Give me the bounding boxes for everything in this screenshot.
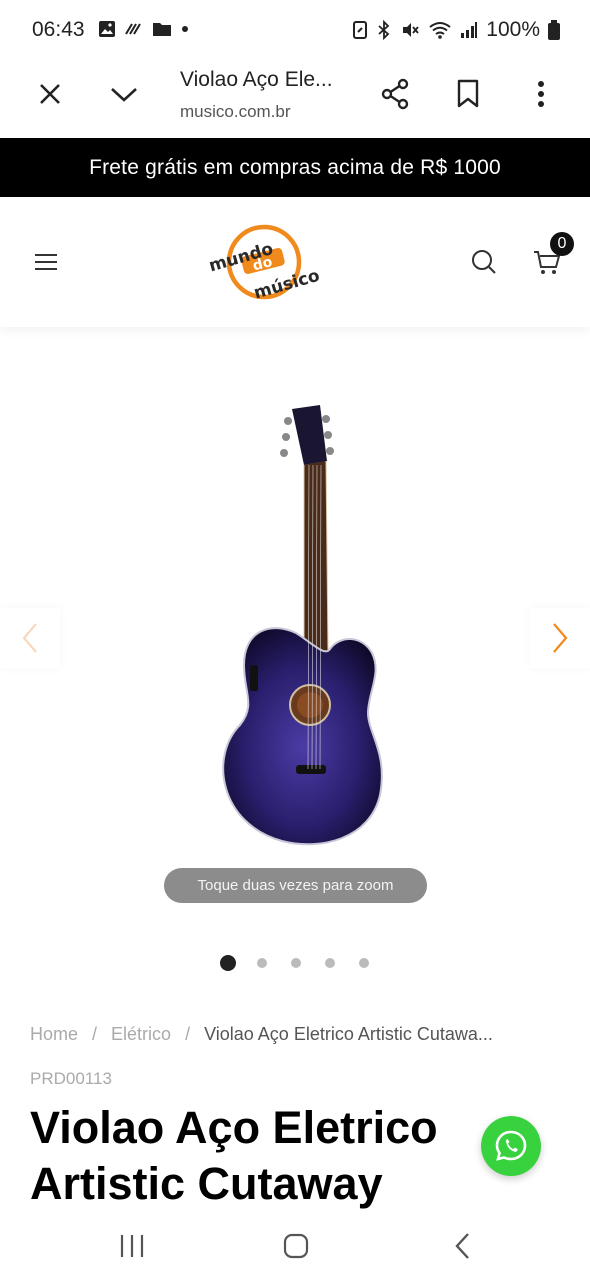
- wifi-icon: [429, 22, 451, 39]
- bookmark-icon: [457, 79, 479, 108]
- breadcrumb-separator: /: [92, 1024, 98, 1044]
- gallery-next-button[interactable]: [530, 608, 590, 668]
- product-title: Violao Aço Eletrico Artistic Cutaway: [30, 1102, 438, 1209]
- gallery-dot[interactable]: [257, 958, 267, 968]
- chevron-down-icon: [111, 88, 137, 102]
- browser-toolbar: Violao Aço Ele... musico.com.br: [0, 62, 590, 138]
- status-bar: 06:43 100%: [0, 0, 590, 62]
- share-button[interactable]: [375, 74, 415, 114]
- back-button[interactable]: [442, 1226, 482, 1266]
- bookmark-button[interactable]: [448, 74, 488, 114]
- gallery-dot[interactable]: [359, 958, 369, 968]
- folder-icon: [153, 23, 171, 36]
- tab-title: Violao Aço Ele...: [180, 68, 333, 91]
- url-text[interactable]: musico.com.br: [180, 102, 291, 122]
- status-system-icons: 100%: [352, 18, 560, 42]
- breadcrumb-category[interactable]: Elétrico: [111, 1024, 171, 1045]
- breadcrumb-separator: /: [185, 1024, 191, 1044]
- hamburger-icon: [35, 254, 57, 270]
- dot-icon: [182, 26, 188, 32]
- back-icon: [455, 1233, 469, 1259]
- status-time: 06:43: [32, 18, 85, 41]
- breadcrumb-current: Violao Aço Eletrico Artistic Cutawa...: [204, 1024, 493, 1044]
- product-sku: PRD00113: [30, 1069, 112, 1088]
- nfc-icon: [353, 21, 368, 39]
- system-navigation-bar: [0, 1210, 590, 1280]
- home-icon: [283, 1233, 309, 1259]
- signal-tool-icon: [125, 23, 141, 35]
- gallery-dot[interactable]: [220, 955, 236, 971]
- chevron-left-icon: [22, 623, 37, 653]
- close-tab-button[interactable]: [30, 74, 70, 114]
- cart-count-badge: 0: [550, 232, 574, 256]
- bluetooth-icon: [378, 20, 390, 40]
- recent-apps-icon: [120, 1235, 144, 1257]
- recent-apps-button[interactable]: [112, 1226, 152, 1266]
- gallery-pagination: [220, 955, 393, 971]
- search-icon: [472, 250, 496, 274]
- cell-signal-icon: [461, 22, 478, 38]
- more-options-button[interactable]: [521, 74, 561, 114]
- battery-icon: [548, 20, 560, 40]
- mute-icon: [403, 23, 419, 37]
- gallery-icon: [99, 21, 115, 37]
- close-icon: [40, 84, 60, 104]
- status-notification-icons: [98, 20, 190, 38]
- hamburger-menu-button[interactable]: [28, 244, 64, 280]
- site-header: mundo do músico 0: [0, 197, 590, 327]
- whatsapp-button[interactable]: [481, 1116, 541, 1176]
- chevron-right-icon: [553, 623, 568, 653]
- battery-percent: 100%: [486, 18, 540, 41]
- site-logo[interactable]: mundo do músico: [200, 219, 330, 304]
- guitar-product-image[interactable]: [200, 403, 400, 853]
- home-button[interactable]: [276, 1226, 316, 1266]
- gallery-prev-button[interactable]: [0, 608, 60, 668]
- breadcrumb: Home / Elétrico / Violao Aço Eletrico Ar…: [30, 1024, 570, 1045]
- zoom-hint-tooltip: Toque duas vezes para zoom: [164, 868, 427, 903]
- mundo-do-musico-logo: mundo do músico: [207, 224, 322, 304]
- gallery-dot[interactable]: [325, 958, 335, 968]
- share-icon: [381, 78, 409, 110]
- free-shipping-banner: Frete grátis em compras acima de R$ 1000: [0, 138, 590, 197]
- search-button[interactable]: [466, 244, 502, 280]
- collapse-button[interactable]: [104, 74, 144, 114]
- whatsapp-icon: [495, 1130, 527, 1161]
- gallery-dot[interactable]: [291, 958, 301, 968]
- product-gallery[interactable]: Toque duas vezes para zoom: [0, 327, 590, 997]
- breadcrumb-home[interactable]: Home: [30, 1024, 78, 1045]
- more-vert-icon: [538, 81, 544, 107]
